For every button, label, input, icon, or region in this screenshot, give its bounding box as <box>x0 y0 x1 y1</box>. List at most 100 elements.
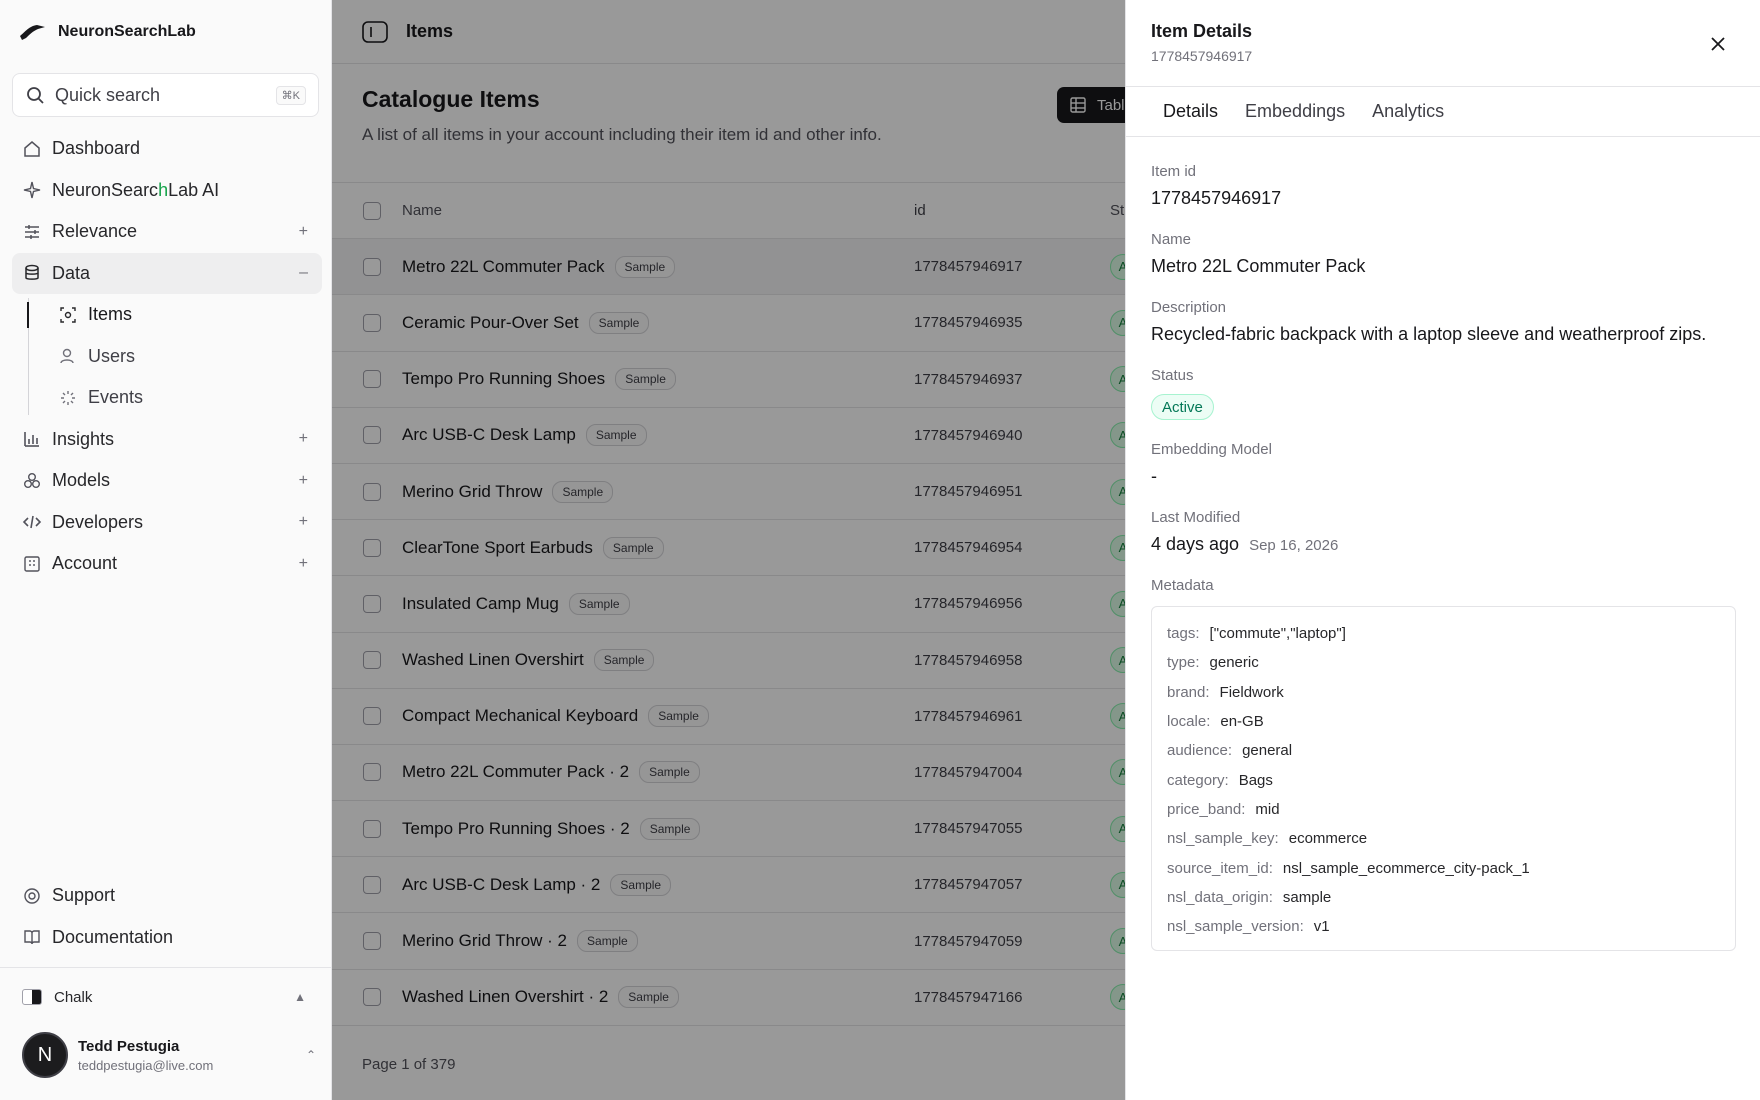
name-label: Name <box>1151 231 1192 248</box>
building-icon <box>24 556 40 572</box>
metadata-value: generic <box>1209 654 1259 672</box>
sidebar-item-models[interactable]: Models + <box>12 460 322 502</box>
close-button[interactable] <box>1705 31 1731 57</box>
sidebar-item-relevance[interactable]: Relevance + <box>12 211 322 253</box>
brand-logo-icon <box>20 25 45 40</box>
sidebar-item-data[interactable]: Data – <box>12 252 322 294</box>
workspace-icon <box>22 989 42 1005</box>
sidebar-divider <box>0 967 332 968</box>
metadata-key: nsl_sample_version: <box>1167 918 1304 936</box>
sidebar-item-label: NeuronSearchLab AI <box>52 180 219 201</box>
sidebar-item-label: Models <box>52 470 111 491</box>
metadata-value: mid <box>1255 800 1280 818</box>
sidebar-item-developers[interactable]: Developers + <box>12 502 322 544</box>
sidebar-item-support[interactable]: Support <box>12 875 322 917</box>
last-modified-relative: 4 days ago <box>1151 534 1240 554</box>
metadata-value: Bags <box>1238 771 1273 789</box>
chevron-updown-icon: ▲ <box>294 990 306 1004</box>
user-icon <box>60 349 74 364</box>
sidebar-item-documentation[interactable]: Documentation <box>12 917 322 959</box>
brand[interactable]: NeuronSearchLab <box>18 19 196 45</box>
tab-analytics[interactable]: Analytics <box>1372 87 1444 136</box>
home-icon <box>24 140 40 157</box>
tab-details[interactable]: Details <box>1163 87 1218 136</box>
book-icon <box>24 930 40 945</box>
metadata-value: ["commute","laptop"] <box>1209 625 1346 643</box>
metadata-row: locale: en-GB <box>1167 707 1720 736</box>
sidebar-item-label: Events <box>88 387 144 408</box>
chevron-updown-icon: ⌃ <box>305 1048 316 1062</box>
sidebar-item-label: Account <box>52 553 118 574</box>
expand-icon[interactable]: + <box>299 223 308 241</box>
user-info: Tedd Pestugia teddpestugia@live.com <box>78 1038 213 1073</box>
code-icon <box>22 516 42 529</box>
metadata-key: nsl_sample_key: <box>1167 830 1279 848</box>
search-icon <box>27 87 44 104</box>
sidebar-item-label: Items <box>88 304 133 325</box>
user-email: teddpestugia@live.com <box>78 1057 214 1073</box>
sidebar-item-label: Documentation <box>52 926 174 947</box>
expand-icon[interactable]: + <box>299 555 308 573</box>
collapse-icon[interactable]: – <box>299 264 308 282</box>
user-menu[interactable]: N Tedd Pestugia teddpestugia@live.com ⌃ <box>22 1030 322 1080</box>
metadata-box: tags: ["commute","laptop"] type: generic bra… <box>1151 606 1736 951</box>
sidebar-item-users[interactable]: Users <box>44 336 322 378</box>
expand-icon[interactable]: + <box>299 472 308 490</box>
description-label: Description <box>1151 299 1227 316</box>
status-label: Status <box>1151 367 1194 384</box>
metadata-row: type: generic <box>1167 648 1720 677</box>
metadata-key: locale: <box>1167 713 1211 731</box>
workspace-switcher[interactable]: Chalk ▲ <box>12 980 322 1014</box>
quick-search[interactable]: Quick search ⌘K <box>12 73 319 117</box>
metadata-key: type: <box>1167 654 1200 672</box>
tab-embeddings[interactable]: Embeddings <box>1245 87 1345 136</box>
sidebar-item-dashboard[interactable]: Dashboard <box>12 128 322 170</box>
sidebar-item-label: Dashboard <box>52 138 141 159</box>
status-badge: Active <box>1151 394 1214 420</box>
close-icon <box>1711 37 1725 51</box>
item-details-drawer: Item Details 1778457946917 Details Embed… <box>1125 0 1760 1100</box>
bar-chart-icon <box>24 432 39 448</box>
metadata-key: nsl_data_origin: <box>1167 888 1273 906</box>
metadata-row: price_band: mid <box>1167 795 1720 824</box>
metadata-key: source_item_id: <box>1167 859 1273 877</box>
sidebar-item-label: Insights <box>52 428 115 449</box>
expand-icon[interactable]: + <box>299 430 308 448</box>
last-modified-label: Last Modified <box>1151 509 1241 526</box>
metadata-row: nsl_sample_key: ecommerce <box>1167 824 1720 853</box>
metadata-row: source_item_id: nsl_sample_ecommerce_city… <box>1167 853 1720 882</box>
search-shortcut: ⌘K <box>275 85 306 105</box>
ai-label-highlight: h <box>158 179 169 200</box>
last-modified-value: 4 days ago Sep 16, 2026 <box>1151 534 1338 555</box>
metadata-key: category: <box>1167 771 1229 789</box>
embedding-model-label: Embedding Model <box>1151 441 1272 458</box>
sidebar-item-events[interactable]: Events <box>44 377 322 419</box>
sidebar-item-items[interactable]: Items <box>27 294 322 336</box>
drawer-tabs: Details Embeddings Analytics <box>1126 86 1760 137</box>
sidebar-item-account[interactable]: Account + <box>12 543 322 585</box>
ai-label-suffix: Lab AI <box>168 179 220 200</box>
metadata-row: nsl_sample_version: v1 <box>1167 912 1720 941</box>
support-icon <box>24 888 40 904</box>
expand-icon[interactable]: + <box>299 513 308 531</box>
metadata-value: ecommerce <box>1288 830 1368 848</box>
metadata-key: brand: <box>1167 683 1210 701</box>
metadata-key: audience: <box>1167 742 1233 760</box>
sparkle-icon <box>23 182 41 199</box>
metadata-row: tags: ["commute","laptop"] <box>1167 619 1720 648</box>
sidebar-item-label: Relevance <box>52 221 138 242</box>
drawer-subtitle: 1778457946917 <box>1151 48 1253 64</box>
sidebar-nav: Dashboard NeuronSearchLab AI Relevance +… <box>12 128 322 585</box>
sidebar-item-ai[interactable]: NeuronSearchLab AI <box>12 170 322 212</box>
models-icon <box>24 472 40 488</box>
metadata-row: nsl_data_origin: sample <box>1167 883 1720 912</box>
avatar: N <box>22 1032 68 1078</box>
sidebar-item-insights[interactable]: Insights + <box>12 419 322 461</box>
sidebar-item-label: Users <box>88 345 136 366</box>
data-submenu: Items Users Events <box>12 294 322 419</box>
metadata-key: tags: <box>1167 625 1200 643</box>
metadata-row: category: Bags <box>1167 765 1720 794</box>
name-value: Metro 22L Commuter Pack <box>1151 256 1366 276</box>
metadata-value: nsl_sample_ecommerce_city-pack_1 <box>1282 859 1530 877</box>
database-icon <box>25 265 39 281</box>
